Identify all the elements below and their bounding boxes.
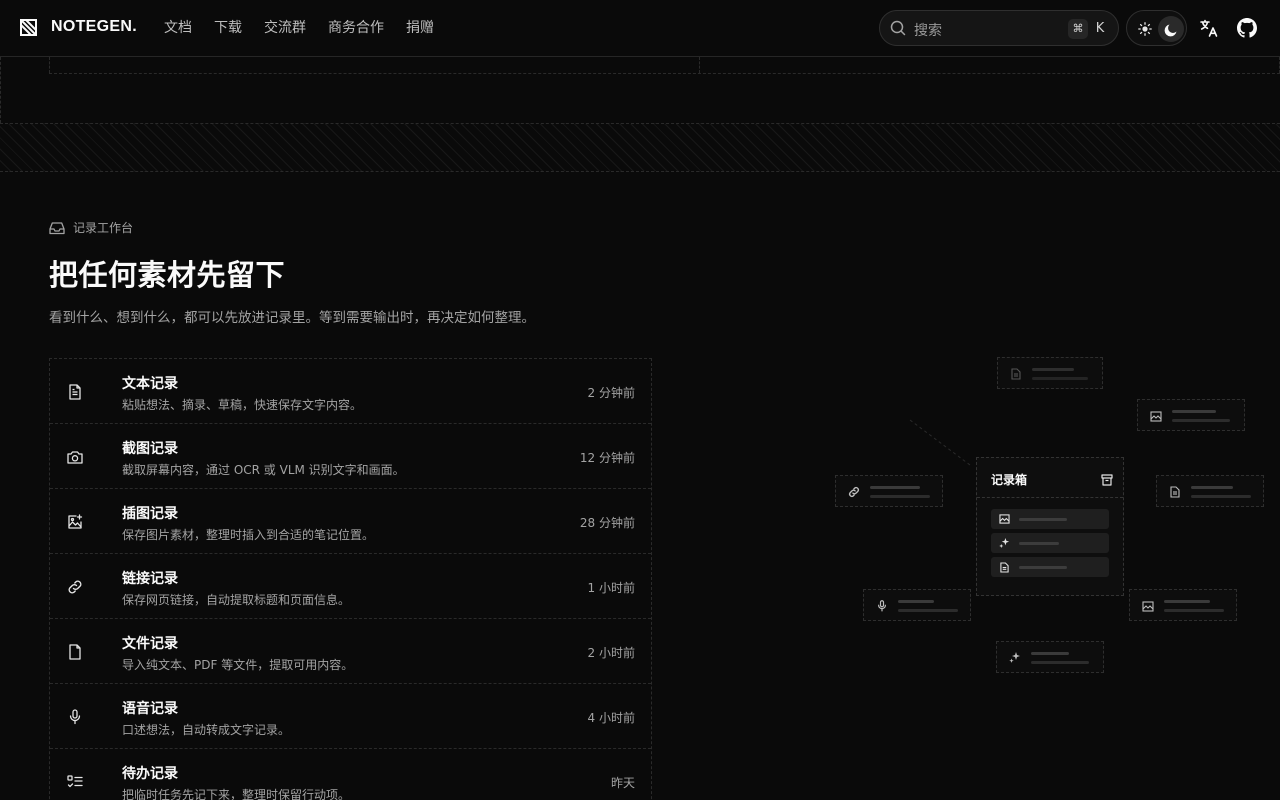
image-plus-icon — [66, 513, 83, 530]
floating-doc-node — [997, 357, 1103, 389]
doc-icon — [1168, 485, 1182, 499]
record-time: 12 分钟前 — [579, 451, 635, 465]
mic-icon — [875, 599, 889, 613]
floating-doc-node — [1156, 475, 1264, 507]
nav-download[interactable]: 下载 — [214, 19, 242, 37]
camera-icon — [66, 448, 83, 465]
list-item[interactable]: 文件记录 导入纯文本、PDF 等文件，提取可用内容。 2 小时前 — [50, 619, 651, 684]
mic-icon — [66, 708, 83, 725]
doc-icon — [1009, 367, 1023, 381]
list-item[interactable]: 待办记录 把临时任务先记下来，整理时保留行动项。 昨天 — [50, 749, 651, 800]
record-desc: 截取屏幕内容，通过 OCR 或 VLM 识别文字和画面。 — [122, 463, 405, 477]
nav-donate[interactable]: 捐赠 — [406, 19, 434, 37]
records-diagram: 记录箱 — [820, 340, 1280, 700]
brand-logo[interactable]: NOTEGEN. — [20, 18, 137, 36]
theme-toggle[interactable] — [1126, 10, 1187, 46]
inbox-title: 记录箱 — [991, 473, 1028, 487]
brand-name: NOTEGEN. — [51, 18, 137, 35]
section-title: 把任何素材先留下 — [49, 258, 286, 292]
hatched-divider — [0, 123, 1280, 172]
nav-community[interactable]: 交流群 — [264, 19, 306, 37]
inbox-chip — [991, 533, 1109, 553]
image-icon — [997, 512, 1011, 526]
search-icon — [890, 20, 906, 36]
nav-business[interactable]: 商务合作 — [328, 19, 384, 37]
record-title: 文本记录 — [122, 376, 178, 392]
record-desc: 口述想法，自动转成文字记录。 — [122, 723, 291, 737]
archive-icon — [1101, 471, 1113, 490]
frame-line — [49, 57, 50, 73]
link-icon — [847, 485, 861, 499]
frame-line — [0, 57, 1, 123]
image-icon — [1149, 409, 1163, 423]
image-icon — [1141, 599, 1155, 613]
record-time: 1 小时前 — [587, 581, 635, 595]
floating-image-node — [1137, 399, 1245, 431]
main-nav: 文档 下载 交流群 商务合作 捐赠 — [164, 19, 456, 37]
record-title: 截图记录 — [122, 441, 178, 457]
floating-link-node — [835, 475, 943, 507]
github-icon[interactable] — [1236, 17, 1258, 39]
section-subtitle: 看到什么、想到什么，都可以先放进记录里。等到需要输出时，再决定如何整理。 — [49, 310, 535, 326]
record-desc: 保存图片素材，整理时插入到合适的笔记位置。 — [122, 528, 375, 542]
list-item[interactable]: 链接记录 保存网页链接，自动提取标题和页面信息。 1 小时前 — [50, 554, 651, 619]
inbox-chip — [991, 557, 1109, 577]
todo-list-icon — [66, 773, 83, 790]
record-desc: 导入纯文本、PDF 等文件，提取可用内容。 — [122, 658, 354, 672]
shortcut-mod-key: ⌘ — [1068, 19, 1088, 39]
record-title: 待办记录 — [122, 766, 178, 782]
inbox-header: 记录箱 — [977, 458, 1123, 498]
record-title: 语音记录 — [122, 701, 178, 717]
sparkle-icon — [1008, 651, 1022, 665]
file-icon — [66, 643, 83, 660]
previous-section-remnant — [0, 57, 1280, 123]
floating-mic-node — [863, 589, 971, 621]
moon-icon[interactable] — [1158, 16, 1184, 42]
doc-icon — [997, 560, 1011, 574]
list-item[interactable]: 语音记录 口述想法，自动转成文字记录。 4 小时前 — [50, 684, 651, 749]
list-item[interactable]: 截图记录 截取屏幕内容，通过 OCR 或 VLM 识别文字和画面。 12 分钟前 — [50, 424, 651, 489]
sun-icon[interactable] — [1135, 19, 1155, 39]
translate-icon[interactable] — [1198, 17, 1220, 39]
record-title: 链接记录 — [122, 571, 178, 587]
list-item[interactable]: 插图记录 保存图片素材，整理时插入到合适的笔记位置。 28 分钟前 — [50, 489, 651, 554]
sparkle-icon — [997, 536, 1011, 550]
inbox-icon — [49, 221, 65, 234]
record-time: 昨天 — [610, 776, 635, 790]
top-header: NOTEGEN. 文档 下载 交流群 商务合作 捐赠 搜索 ⌘ K — [0, 0, 1280, 57]
list-item[interactable]: 文本记录 粘贴想法、摘录、草稿，快速保存文字内容。 2 分钟前 — [50, 359, 651, 424]
inbox-chip — [991, 509, 1109, 529]
link-icon — [66, 578, 83, 595]
record-desc: 粘贴想法、摘录、草稿，快速保存文字内容。 — [122, 398, 363, 412]
record-desc: 保存网页链接，自动提取标题和页面信息。 — [122, 593, 351, 607]
floating-sparkle-node — [996, 641, 1104, 673]
record-desc: 把临时任务先记下来，整理时保留行动项。 — [122, 788, 351, 800]
nav-docs[interactable]: 文档 — [164, 19, 192, 37]
record-title: 插图记录 — [122, 506, 178, 522]
record-time: 2 小时前 — [587, 646, 635, 660]
inbox-box: 记录箱 — [976, 457, 1124, 596]
record-title: 文件记录 — [122, 636, 178, 652]
shortcut-k-key: K — [1095, 21, 1105, 36]
record-time: 2 分钟前 — [587, 386, 635, 400]
record-time: 28 分钟前 — [579, 516, 635, 530]
text-doc-icon — [66, 383, 83, 400]
search-label: 搜索 — [914, 23, 942, 39]
search-button[interactable]: 搜索 ⌘ K — [879, 10, 1119, 46]
eyebrow-label: 记录工作台 — [73, 221, 134, 235]
section-eyebrow: 记录工作台 — [49, 219, 133, 236]
floating-image-node — [1129, 589, 1237, 621]
record-time: 4 小时前 — [587, 711, 635, 725]
frame-line — [699, 57, 700, 73]
frame-line — [49, 73, 1280, 74]
logo-mark-icon — [20, 18, 37, 36]
records-list: 文本记录 粘贴想法、摘录、草稿，快速保存文字内容。 2 分钟前 截图记录 截取屏… — [49, 358, 652, 800]
